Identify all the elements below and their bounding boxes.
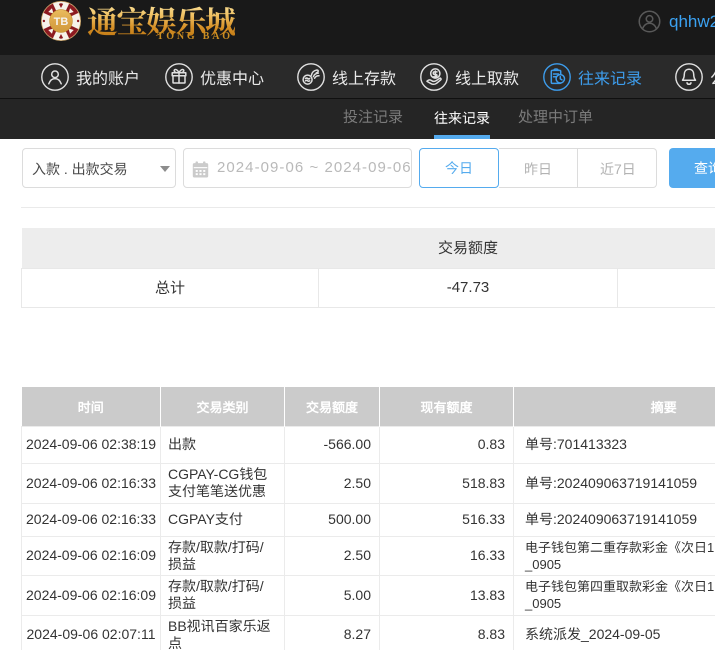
svg-text:TB: TB: [54, 16, 69, 28]
